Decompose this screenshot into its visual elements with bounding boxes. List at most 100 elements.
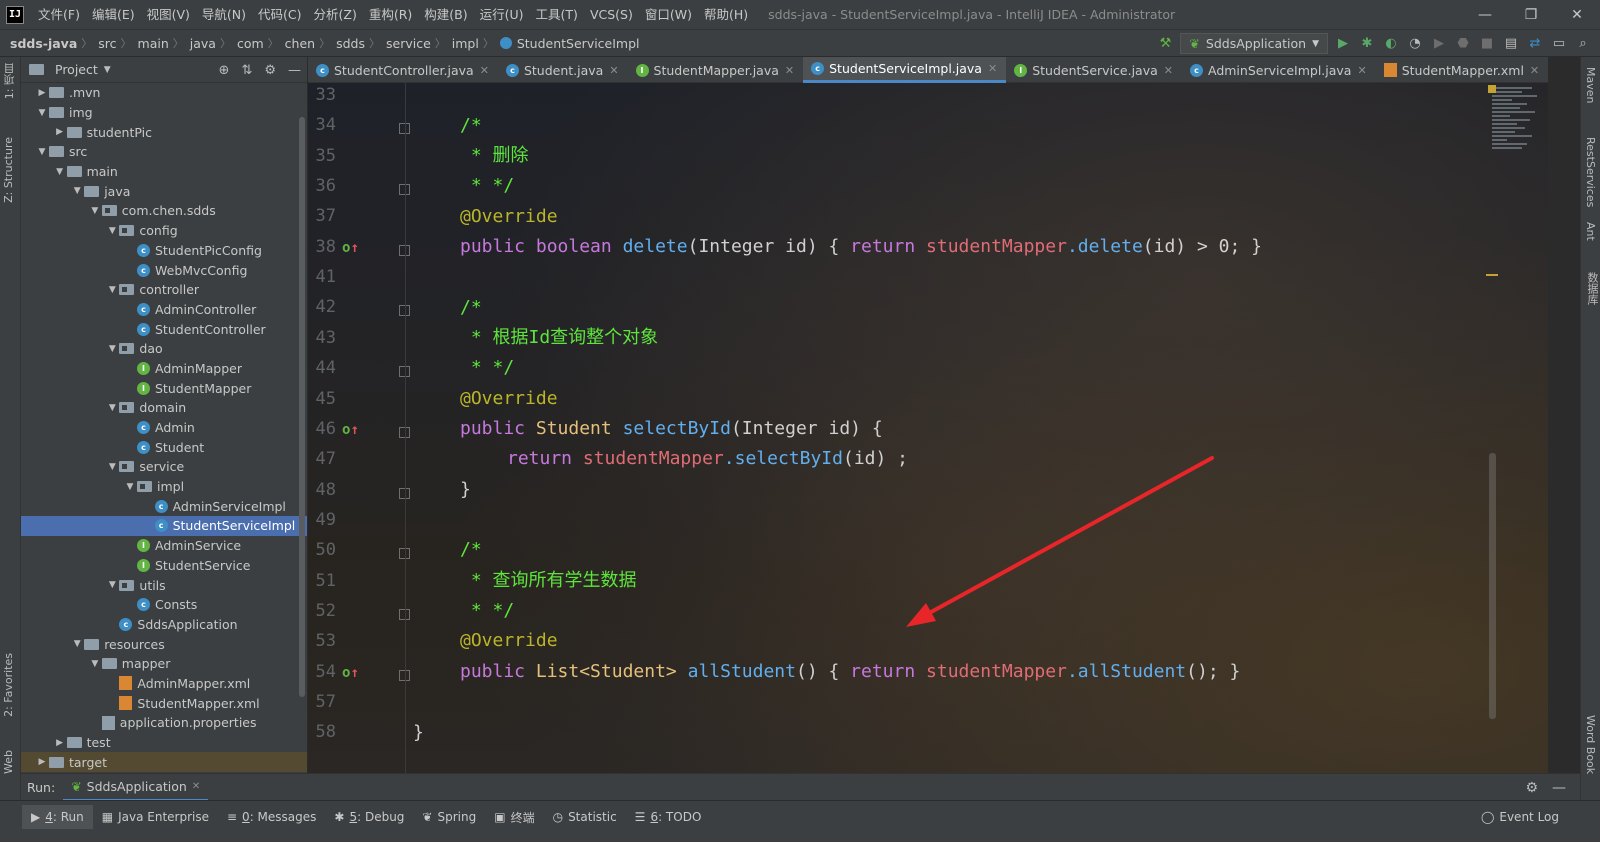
project-tool-tab[interactable]: 1: 项目 <box>2 63 18 99</box>
expanded-arrow-icon[interactable]: ▼ <box>53 167 67 177</box>
coverage-icon[interactable]: ◐ <box>1382 35 1400 53</box>
breadcrumb-item[interactable]: sdds <box>330 36 369 51</box>
tree-item[interactable]: ▼ dao <box>21 339 307 359</box>
tree-item[interactable]: I StudentMapper <box>21 378 307 398</box>
expanded-arrow-icon[interactable]: ▼ <box>105 226 119 236</box>
gear-icon[interactable]: ⚙ <box>264 63 276 78</box>
bottom-tool-tab[interactable]: ▦ Java Enterprise <box>93 805 218 829</box>
menu-item-4[interactable]: 代码(C) <box>252 0 307 29</box>
editor-tab[interactable]: c AdminServiceImpl.java ✕ <box>1182 57 1376 83</box>
tree-item[interactable]: ▼ config <box>21 221 307 241</box>
menu-item-8[interactable]: 运行(U) <box>474 0 530 29</box>
menu-item-3[interactable]: 导航(N) <box>196 0 252 29</box>
tree-item[interactable]: ▶ target <box>21 752 307 773</box>
chevron-down-icon[interactable]: ▼ <box>104 65 111 75</box>
tree-item[interactable]: ▼ resources <box>21 634 307 654</box>
search-icon[interactable]: ⌕ <box>1574 35 1592 53</box>
inspection-status-icon[interactable] <box>1488 85 1496 93</box>
bottom-tool-tab[interactable]: ≡ 0: Messages <box>218 805 325 829</box>
web-tool-tab[interactable]: Web <box>2 750 15 774</box>
menu-item-9[interactable]: 工具(T) <box>530 0 584 29</box>
maven-tool-tab[interactable]: Maven <box>1584 67 1597 103</box>
breadcrumb-item[interactable]: src <box>92 36 120 51</box>
tree-item[interactable]: I StudentService <box>21 556 307 576</box>
editor-tab[interactable]: I StudentService.java ✕ <box>1006 57 1182 83</box>
tree-item[interactable]: ▶ studentPic <box>21 122 307 142</box>
expanded-arrow-icon[interactable]: ▼ <box>123 482 137 492</box>
run-tab-sddsapplication[interactable]: ❦ SddsApplication ✕ <box>63 774 209 801</box>
close-icon[interactable]: ✕ <box>988 62 997 75</box>
menu-item-11[interactable]: 窗口(W) <box>639 0 698 29</box>
editor-tab[interactable]: c Student.java ✕ <box>498 57 628 83</box>
resume-icon[interactable]: ▶ <box>1430 35 1448 53</box>
expanded-arrow-icon[interactable]: ▼ <box>70 186 84 196</box>
breadcrumb-item[interactable]: main <box>132 36 173 51</box>
bottom-tool-tab[interactable]: ◷ Statistic <box>544 805 626 829</box>
bottom-tool-tab[interactable]: ❦ Spring <box>413 805 485 829</box>
translate-icon[interactable]: ⇄ <box>1526 35 1544 53</box>
tree-item[interactable]: ▼ main <box>21 162 307 182</box>
profile-icon[interactable]: ◔ <box>1406 35 1424 53</box>
gear-icon[interactable]: ⚙ <box>1525 780 1538 796</box>
tree-item[interactable]: ▼ utils <box>21 575 307 595</box>
code-minimap[interactable] <box>1492 85 1542 205</box>
editor-tab[interactable]: I StudentMapper.java ✕ <box>628 57 804 83</box>
collapsed-arrow-icon[interactable]: ▶ <box>35 88 49 98</box>
tree-item[interactable]: ▼ img <box>21 103 307 123</box>
structure-tool-tab[interactable]: Z: Structure <box>2 137 15 203</box>
tree-item[interactable]: c SddsApplication <box>21 615 307 635</box>
tree-item[interactable]: ▼ service <box>21 457 307 477</box>
breadcrumb-item[interactable]: chen <box>279 36 319 51</box>
tree-item[interactable]: c AdminController <box>21 300 307 320</box>
tree-item[interactable]: c WebMvcConfig <box>21 260 307 280</box>
breadcrumb-item[interactable]: impl <box>446 36 483 51</box>
close-icon[interactable]: ✕ <box>1164 64 1173 77</box>
word-book-tool-tab[interactable]: Word Book <box>1584 715 1597 774</box>
tree-item[interactable]: c Admin <box>21 418 307 438</box>
editor-scrollbar-thumb[interactable] <box>1489 453 1496 719</box>
menu-item-1[interactable]: 编辑(E) <box>86 0 141 29</box>
editor-tab[interactable]: StudentMapper.xml ✕ <box>1376 57 1548 83</box>
close-icon[interactable]: ✕ <box>1530 64 1539 77</box>
build-hammer-icon[interactable]: ⚒ <box>1156 35 1174 53</box>
run-icon[interactable]: ▶ <box>1334 35 1352 53</box>
breadcrumb-item[interactable]: java <box>184 36 220 51</box>
breadcrumb-item[interactable]: service <box>380 36 435 51</box>
tree-item[interactable]: c StudentController <box>21 319 307 339</box>
expanded-arrow-icon[interactable]: ▼ <box>88 206 102 216</box>
tree-item[interactable]: ▶ test <box>21 733 307 753</box>
collapse-all-icon[interactable]: ⇅ <box>241 63 252 78</box>
close-icon[interactable]: ✕ <box>192 781 200 792</box>
breadcrumb-item[interactable]: com <box>231 36 268 51</box>
expanded-arrow-icon[interactable]: ▼ <box>35 147 49 157</box>
project-structure-icon[interactable]: ▤ <box>1502 35 1520 53</box>
close-window-button[interactable]: ✕ <box>1554 0 1600 29</box>
close-icon[interactable]: ✕ <box>785 64 794 77</box>
tree-item[interactable]: c StudentPicConfig <box>21 241 307 261</box>
tree-item[interactable]: ▼ com.chen.sdds <box>21 201 307 221</box>
tree-item[interactable]: c Consts <box>21 595 307 615</box>
close-icon[interactable]: ✕ <box>1357 64 1366 77</box>
bottom-tool-tab[interactable]: ▣ 终端 <box>485 805 543 829</box>
event-log-button[interactable]: ◯ Event Log <box>1472 805 1568 829</box>
menu-item-6[interactable]: 重构(R) <box>363 0 418 29</box>
menu-item-2[interactable]: 视图(V) <box>141 0 196 29</box>
breadcrumb-item[interactable]: sdds-java <box>0 36 81 51</box>
tree-item[interactable]: c AdminServiceImpl <box>21 496 307 516</box>
close-icon[interactable]: ✕ <box>480 64 489 77</box>
expanded-arrow-icon[interactable]: ▼ <box>105 344 119 354</box>
menu-item-10[interactable]: VCS(S) <box>584 0 639 29</box>
tree-item[interactable]: I AdminService <box>21 536 307 556</box>
expanded-arrow-icon[interactable]: ▼ <box>105 285 119 295</box>
error-stripe-marker[interactable] <box>1486 274 1498 276</box>
tree-item[interactable]: application.properties <box>21 713 307 733</box>
menu-item-5[interactable]: 分析(Z) <box>308 0 363 29</box>
stop-icon[interactable]: ■ <box>1478 35 1496 53</box>
editor-tab[interactable]: c StudentServiceImpl.java ✕ <box>803 57 1007 83</box>
menu-item-12[interactable]: 帮助(H) <box>698 0 754 29</box>
minimize-button[interactable]: — <box>1462 0 1508 29</box>
expanded-arrow-icon[interactable]: ▼ <box>70 639 84 649</box>
run-configuration-select[interactable]: ❦ SddsApplication ▼ <box>1180 33 1328 54</box>
expanded-arrow-icon[interactable]: ▼ <box>35 108 49 118</box>
tree-item[interactable]: c StudentServiceImpl <box>21 516 307 536</box>
